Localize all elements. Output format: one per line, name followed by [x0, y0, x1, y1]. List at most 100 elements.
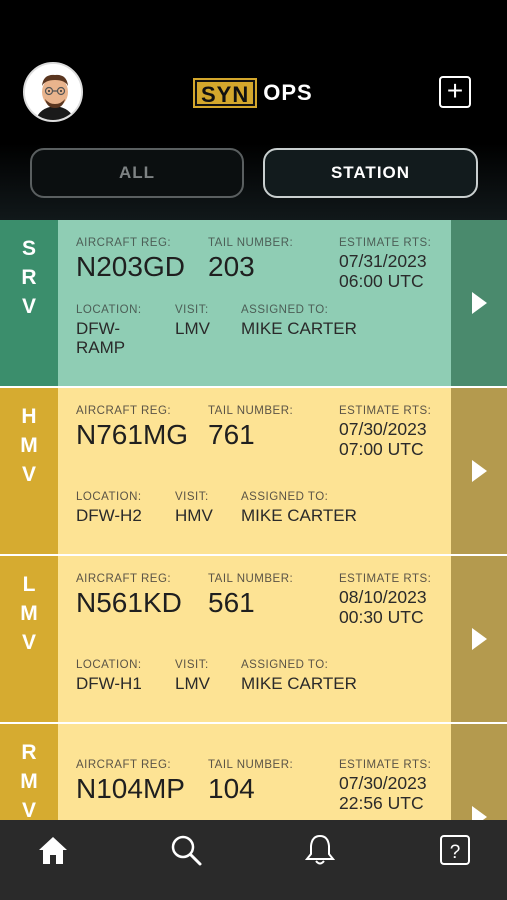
- tab-home[interactable]: [33, 830, 73, 870]
- aircraft-reg-value: N561KD: [76, 587, 182, 618]
- rts-time: 22:56 UTC: [339, 793, 424, 813]
- visit-code-strip: R M V: [0, 724, 58, 820]
- location-label: LOCATION:: [76, 491, 142, 503]
- bell-icon: [304, 834, 336, 865]
- visit-code-letter: V: [21, 463, 36, 486]
- assigned-value: MIKE CARTER: [241, 506, 357, 525]
- visit-code-letter: L: [22, 573, 36, 596]
- tail-number-label: TAIL NUMBER:: [208, 405, 294, 417]
- estimate-rts-label: ESTIMATE RTS:: [339, 573, 432, 585]
- search-icon: [171, 835, 202, 866]
- tail-number-value: 761: [208, 419, 255, 450]
- tail-number-value: 203: [208, 251, 255, 282]
- logo-text: OPS: [263, 80, 313, 105]
- visit-code-letter: R: [21, 266, 37, 289]
- tail-number-label: TAIL NUMBER:: [208, 573, 294, 585]
- visit-code-letter: M: [20, 434, 38, 457]
- assigned-label: ASSIGNED TO:: [241, 491, 329, 503]
- rts-time: 07:00 UTC: [339, 439, 424, 459]
- location-value-line2: RAMP: [76, 338, 126, 357]
- synops-logo: SYN OPS: [192, 78, 313, 108]
- tab-notifications[interactable]: [300, 830, 340, 870]
- plus-icon: +: [446, 75, 464, 106]
- visit-code-strip: L M V: [0, 556, 58, 722]
- open-detail-button[interactable]: [451, 220, 507, 386]
- aircraft-reg-label: AIRCRAFT REG:: [76, 237, 172, 249]
- assigned-value: MIKE CARTER: [241, 674, 357, 693]
- rts-date: 07/31/2023: [339, 251, 427, 271]
- assigned-label: ASSIGNED TO:: [241, 659, 329, 671]
- rts-date: 07/30/2023: [339, 773, 427, 793]
- visit-code-letter: M: [20, 770, 38, 793]
- aircraft-card[interactable]: S R V AIRCRAFT REG: TAIL NUMBER: ESTIMAT…: [0, 220, 507, 386]
- tail-number-label: TAIL NUMBER:: [208, 759, 294, 771]
- assigned-label: ASSIGNED TO:: [241, 304, 329, 316]
- location-value: DFW-H2: [76, 506, 142, 525]
- aircraft-reg-value: N104MP: [76, 773, 185, 804]
- visit-code-letter: S: [21, 237, 36, 260]
- visit-label: VISIT:: [175, 304, 209, 316]
- location-label: LOCATION:: [76, 304, 142, 316]
- visit-code-letter: H: [21, 405, 37, 428]
- location-value: DFW-: [76, 319, 121, 338]
- aircraft-card[interactable]: L M V AIRCRAFT REG: TAIL NUMBER: ESTIMAT…: [0, 556, 507, 722]
- card-body: AIRCRAFT REG: TAIL NUMBER: ESTIMATE RTS:…: [58, 556, 451, 722]
- avatar-illustration: [25, 64, 81, 120]
- visit-code-letter: V: [21, 295, 36, 318]
- aircraft-card[interactable]: H M V AIRCRAFT REG: TAIL NUMBER: ESTIMAT…: [0, 388, 507, 554]
- filter-all-button[interactable]: ALL: [30, 148, 244, 198]
- aircraft-card[interactable]: R M V AIRCRAFT REG: TAIL NUMBER: ESTIMAT…: [0, 724, 507, 820]
- card-body: AIRCRAFT REG: TAIL NUMBER: ESTIMATE RTS:…: [58, 220, 451, 386]
- open-detail-button[interactable]: [451, 556, 507, 722]
- assigned-value: MIKE CARTER: [241, 319, 357, 338]
- home-icon: [39, 837, 67, 864]
- user-avatar[interactable]: [23, 62, 83, 122]
- filter-all-label: ALL: [118, 163, 156, 182]
- chevron-right-icon: [471, 292, 487, 314]
- open-detail-button[interactable]: [451, 388, 507, 554]
- rts-date: 07/30/2023: [339, 419, 427, 439]
- location-value: DFW-H1: [76, 674, 142, 693]
- visit-code-letter: V: [21, 631, 36, 654]
- chevron-right-icon: [471, 806, 487, 820]
- visit-code-letter: V: [21, 799, 36, 820]
- tail-number-value: 561: [208, 587, 255, 618]
- help-glyph: ?: [450, 842, 461, 863]
- visit-label: VISIT:: [175, 491, 209, 503]
- location-label: LOCATION:: [76, 659, 142, 671]
- tail-number-value: 104: [208, 773, 255, 804]
- visit-label: VISIT:: [175, 659, 209, 671]
- visit-code-strip: S R V: [0, 220, 58, 386]
- rts-date: 08/10/2023: [339, 587, 427, 607]
- rts-time: 00:30 UTC: [339, 607, 424, 627]
- open-detail-button[interactable]: [451, 724, 507, 820]
- aircraft-list[interactable]: S R V AIRCRAFT REG: TAIL NUMBER: ESTIMAT…: [0, 220, 507, 820]
- tail-number-label: TAIL NUMBER:: [208, 237, 294, 249]
- estimate-rts-label: ESTIMATE RTS:: [339, 237, 432, 249]
- help-icon: ?: [440, 835, 470, 865]
- visit-code-letter: M: [20, 602, 38, 625]
- aircraft-reg-value: N203GD: [76, 251, 185, 282]
- aircraft-reg-label: AIRCRAFT REG:: [76, 759, 172, 771]
- chevron-right-icon: [471, 628, 487, 650]
- bottom-tab-bar: ?: [0, 820, 507, 900]
- visit-value: HMV: [175, 506, 213, 525]
- logo-highlight: SYN: [192, 78, 258, 108]
- card-body: AIRCRAFT REG: TAIL NUMBER: ESTIMATE RTS:…: [58, 724, 451, 820]
- visit-value: LMV: [175, 319, 210, 338]
- rts-time: 06:00 UTC: [339, 271, 424, 291]
- visit-code-letter: R: [21, 741, 37, 764]
- visit-code-strip: H M V: [0, 388, 58, 554]
- tab-search[interactable]: [166, 830, 206, 870]
- chevron-right-icon: [471, 460, 487, 482]
- filter-station-label: STATION: [330, 163, 411, 182]
- add-button[interactable]: +: [439, 76, 471, 108]
- estimate-rts-label: ESTIMATE RTS:: [339, 405, 432, 417]
- card-body: AIRCRAFT REG: TAIL NUMBER: ESTIMATE RTS:…: [58, 388, 451, 554]
- aircraft-reg-label: AIRCRAFT REG:: [76, 573, 172, 585]
- aircraft-reg-value: N761MG: [76, 419, 189, 450]
- aircraft-reg-label: AIRCRAFT REG:: [76, 405, 172, 417]
- tab-help[interactable]: ?: [435, 830, 475, 870]
- filter-station-button[interactable]: STATION: [263, 148, 478, 198]
- visit-value: LMV: [175, 674, 210, 693]
